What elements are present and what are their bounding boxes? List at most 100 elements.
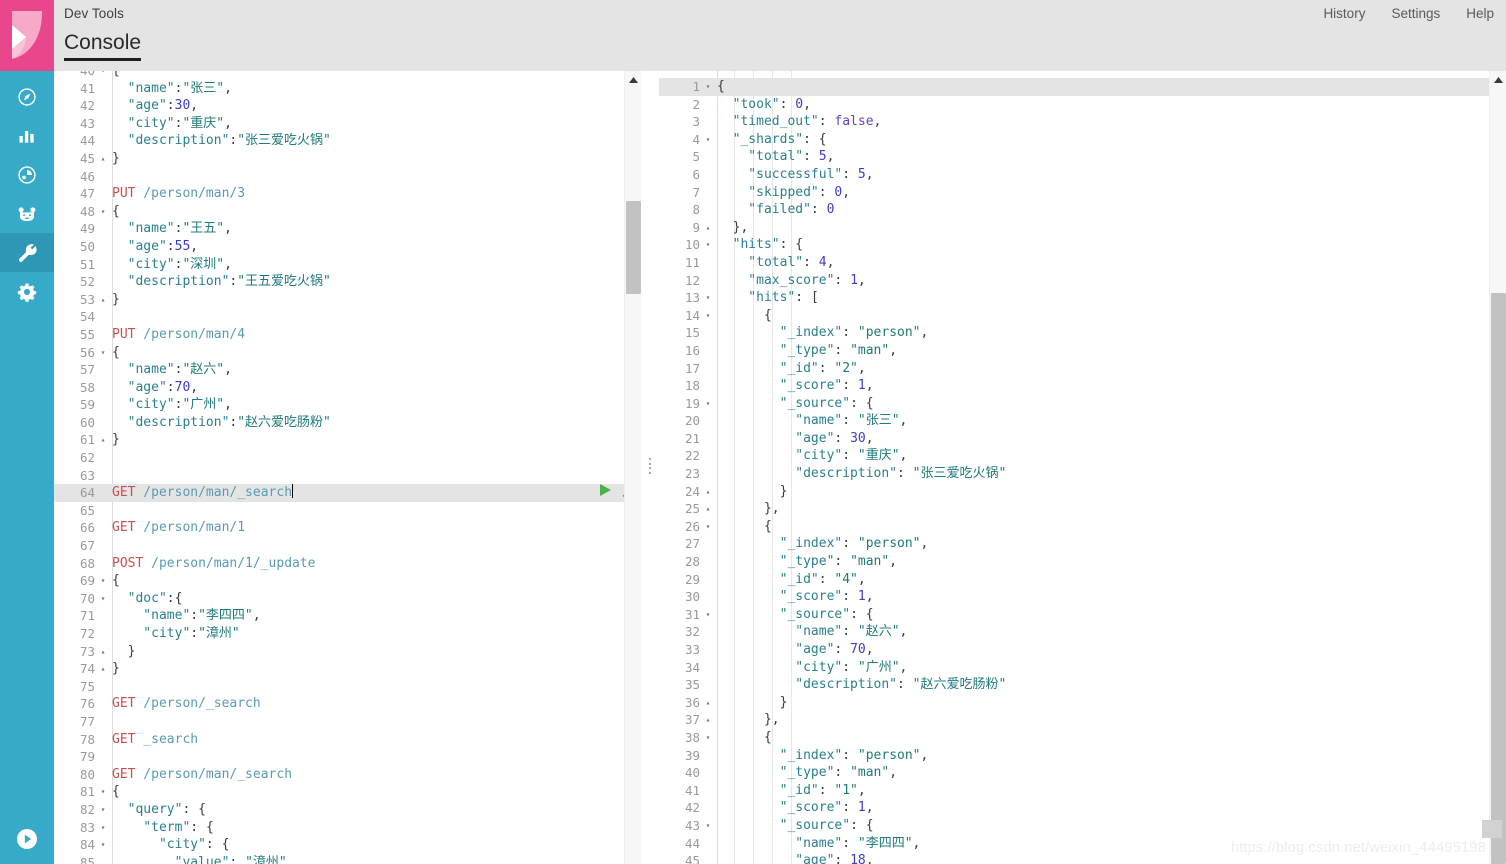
code-line[interactable]: 2 "took": 0,	[659, 96, 1506, 114]
fold-open-icon[interactable]: ▾	[703, 289, 713, 307]
code-line[interactable]: 37 ▴ },	[659, 711, 1506, 729]
code-line[interactable]: 9 ▴ },	[659, 219, 1506, 237]
code-line[interactable]: 4 ▾ "_shards": {	[659, 131, 1506, 149]
code-line[interactable]: 8 "failed": 0	[659, 201, 1506, 219]
fold-open-icon[interactable]: ▾	[98, 572, 108, 590]
fold-open-icon[interactable]: ▾	[98, 836, 108, 854]
code-line[interactable]: 23 "description": "张三爱吃火锅"	[659, 465, 1506, 483]
code-line[interactable]: 32 "name": "赵六",	[659, 623, 1506, 641]
fold-open-icon[interactable]: ▾	[703, 307, 713, 325]
code-line[interactable]: 43 ▾ "_source": {	[659, 817, 1506, 835]
nav-collapse-button[interactable]	[0, 820, 54, 858]
code-line[interactable]: 61 ▴}	[54, 431, 641, 449]
tab-console[interactable]: Console	[64, 31, 142, 61]
code-line[interactable]: 31 ▾ "_source": {	[659, 606, 1506, 624]
code-line[interactable]: 7 "skipped": 0,	[659, 184, 1506, 202]
code-line[interactable]: 59 "city":"广州",	[54, 396, 641, 414]
sidebar-item-dashboard[interactable]	[0, 155, 54, 194]
code-line[interactable]: 75	[54, 678, 641, 696]
code-line[interactable]: 10 ▾ "hits": {	[659, 236, 1506, 254]
code-line[interactable]: 42 "age":30,	[54, 97, 641, 115]
code-line[interactable]: 48 ▾{	[54, 203, 641, 221]
code-line[interactable]: 79	[54, 748, 641, 766]
code-line[interactable]: 12 "max_score": 1,	[659, 272, 1506, 290]
play-triangle-icon[interactable]	[598, 483, 612, 503]
code-line[interactable]: 54	[54, 308, 641, 326]
response-scrollbar-thumb[interactable]	[1491, 293, 1506, 864]
code-line[interactable]: 41 "name":"张三",	[54, 80, 641, 98]
fold-open-icon[interactable]: ▾	[703, 518, 713, 536]
code-line[interactable]: 45 ▴}	[54, 150, 641, 168]
code-line[interactable]: 40▾{	[54, 71, 641, 80]
pane-splitter[interactable]	[641, 71, 659, 864]
code-line[interactable]: 67	[54, 537, 641, 555]
history-link[interactable]: History	[1323, 6, 1365, 21]
fold-open-icon[interactable]: ▾	[703, 817, 713, 835]
code-line[interactable]: 57 "name":"赵六",	[54, 361, 641, 379]
code-line[interactable]: 77	[54, 713, 641, 731]
code-line[interactable]: 22 "city": "重庆",	[659, 447, 1506, 465]
code-line[interactable]: 3 "timed_out": false,	[659, 113, 1506, 131]
code-line[interactable]: 6 "successful": 5,	[659, 166, 1506, 184]
code-line[interactable]: 33 "age": 70,	[659, 641, 1506, 659]
sidebar-item-dev-tools[interactable]	[0, 233, 54, 272]
code-line[interactable]: 60 "description":"赵六爱吃肠粉"	[54, 414, 641, 432]
help-link[interactable]: Help	[1466, 6, 1494, 21]
fold-close-icon[interactable]: ▴	[703, 711, 713, 729]
code-line[interactable]: 63	[54, 467, 641, 485]
code-line[interactable]: 44 "name": "李四四",	[659, 835, 1506, 853]
fold-open-icon[interactable]: ▾	[703, 395, 713, 413]
fold-close-icon[interactable]: ▴	[703, 219, 713, 237]
sidebar-item-management[interactable]	[0, 272, 54, 311]
scroll-up-arrow-icon[interactable]	[1490, 71, 1506, 88]
code-line[interactable]: 83 ▾ "term": {	[54, 819, 641, 837]
code-line[interactable]: 44 "description":"张三爱吃火锅"	[54, 132, 641, 150]
code-line[interactable]: 19 ▾ "_source": {	[659, 395, 1506, 413]
code-line[interactable]: 30 "_score": 1,	[659, 588, 1506, 606]
scroll-up-arrow-icon[interactable]	[625, 71, 642, 88]
code-line[interactable]: 24 ▴ }	[659, 483, 1506, 501]
code-line[interactable]: 41 "_id": "1",	[659, 782, 1506, 800]
fold-open-icon[interactable]: ▾	[98, 801, 108, 819]
code-line[interactable]: 74 ▴}	[54, 660, 641, 678]
code-line[interactable]: 27 "_index": "person",	[659, 535, 1506, 553]
code-line[interactable]: 85 "value": "漳州"	[54, 854, 641, 864]
code-line[interactable]: 46	[54, 168, 641, 186]
code-line[interactable]: 66 GET /person/man/1	[54, 519, 641, 537]
code-line[interactable]: 35 "description": "赵六爱吃肠粉"	[659, 676, 1506, 694]
code-line[interactable]: 70 ▾ "doc":{	[54, 590, 641, 608]
code-line[interactable]: 38 ▾ {	[659, 729, 1506, 747]
code-line[interactable]: 62	[54, 449, 641, 467]
fold-close-icon[interactable]: ▴	[98, 291, 108, 309]
fold-close-icon[interactable]: ▴	[703, 500, 713, 518]
code-line[interactable]: 14 ▾ {	[659, 307, 1506, 325]
response-editor[interactable]: 1 ▾{2 "took": 0, 3 "timed_out": false, 4 ▾ "…	[659, 71, 1506, 864]
code-line[interactable]: 56 ▾{	[54, 344, 641, 362]
fold-open-icon[interactable]: ▾	[703, 606, 713, 624]
settings-link[interactable]: Settings	[1391, 6, 1440, 21]
fold-close-icon[interactable]: ▴	[98, 150, 108, 168]
code-line[interactable]: 47 PUT /person/man/3	[54, 185, 641, 203]
code-line[interactable]: 5 "total": 5,	[659, 148, 1506, 166]
fold-open-icon[interactable]: ▾	[98, 203, 108, 221]
code-line[interactable]: 68 POST /person/man/1/_update	[54, 555, 641, 573]
code-line[interactable]: 72 "city":"漳州"	[54, 625, 641, 643]
sidebar-item-discover[interactable]	[0, 77, 54, 116]
fold-open-icon[interactable]: ▾	[703, 729, 713, 747]
code-line[interactable]: 29 "_id": "4",	[659, 571, 1506, 589]
code-line[interactable]: 80 GET /person/man/_search	[54, 766, 641, 784]
code-line[interactable]: 43 "city":"重庆",	[54, 115, 641, 133]
request-editor[interactable]: 40▾{41 "name":"张三",42 "age":30,43 "city"…	[54, 71, 641, 864]
code-line[interactable]: 28 "_type": "man",	[659, 553, 1506, 571]
code-line[interactable]: 45 "age": 18,	[659, 852, 1506, 864]
code-line[interactable]: 71 "name":"李四四",	[54, 607, 641, 625]
code-line[interactable]: 50 "age":55,	[54, 238, 641, 256]
code-line[interactable]: 20 "name": "张三",	[659, 412, 1506, 430]
fold-close-icon[interactable]: ▴	[98, 660, 108, 678]
fold-open-icon[interactable]: ▾	[703, 131, 713, 149]
request-scrollbar-thumb[interactable]	[626, 201, 641, 294]
code-line[interactable]: 18 "_score": 1,	[659, 377, 1506, 395]
fold-open-icon[interactable]: ▾	[98, 783, 108, 801]
code-line[interactable]: 25 ▴ },	[659, 500, 1506, 518]
fold-open-icon[interactable]: ▾	[98, 819, 108, 837]
